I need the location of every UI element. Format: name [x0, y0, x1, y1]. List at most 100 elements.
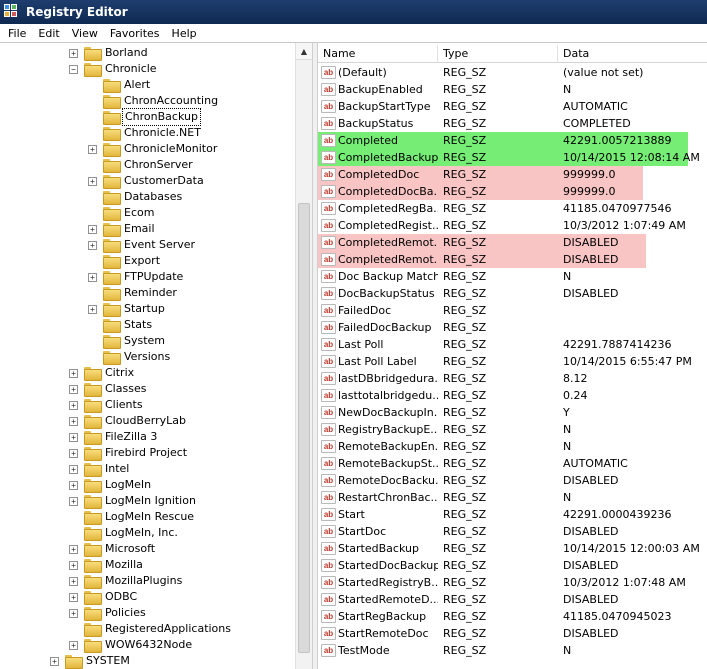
tree-node[interactable]: Alert	[88, 77, 152, 93]
tree-node-label[interactable]: RegisteredApplications	[103, 621, 233, 637]
tree-node[interactable]: + Firebird Project	[69, 445, 189, 461]
value-row[interactable]: ab StartedDocBackup REG_SZ DISABLED	[318, 557, 707, 574]
value-name-cell[interactable]: ab DocBackupStatus	[318, 285, 438, 302]
scroll-up-arrow-icon[interactable]: ▲	[296, 43, 312, 60]
tree-node-label[interactable]: Reminder	[122, 285, 179, 301]
value-name-cell[interactable]: ab RemoteBackupSt...	[318, 455, 438, 472]
tree-node-label[interactable]: Chronicle	[103, 61, 159, 77]
expand-icon[interactable]: +	[69, 400, 78, 410]
tree-node[interactable]: + LogMeIn	[69, 477, 153, 493]
value-name-cell[interactable]: ab CompletedRemot...	[318, 234, 438, 251]
tree-node[interactable]: Export	[88, 253, 162, 269]
tree-node[interactable]: Databases	[88, 189, 184, 205]
expand-icon[interactable]: +	[69, 464, 78, 474]
value-row[interactable]: ab RemoteBackupSt... REG_SZ AUTOMATIC	[318, 455, 707, 472]
value-name-cell[interactable]: ab FailedDocBackup	[318, 319, 438, 336]
value-name-cell[interactable]: ab CompletedDoc	[318, 166, 438, 183]
tree-node[interactable]: + Citrix	[69, 365, 136, 381]
value-row[interactable]: ab BackupStatus REG_SZ COMPLETED	[318, 115, 707, 132]
value-row[interactable]: ab Completed REG_SZ 42291.0057213889	[318, 132, 707, 149]
value-row[interactable]: ab FailedDoc REG_SZ	[318, 302, 707, 319]
tree-node[interactable]: LogMeIn, Inc.	[69, 525, 180, 541]
value-row[interactable]: ab DocBackupStatus REG_SZ DISABLED	[318, 285, 707, 302]
value-name-cell[interactable]: ab lasttotalbridgedu...	[318, 387, 438, 404]
tree-node[interactable]: ChronAccounting	[88, 93, 220, 109]
tree-node-label[interactable]: WOW6432Node	[103, 637, 194, 653]
tree-node-label[interactable]: ChronServer	[122, 157, 195, 173]
value-row[interactable]: ab StartedBackup REG_SZ 10/14/2015 12:00:03…	[318, 540, 707, 557]
expand-icon[interactable]: +	[88, 144, 97, 154]
tree-node[interactable]: + Mozilla	[69, 557, 145, 573]
value-row[interactable]: ab CompletedRegBa... REG_SZ 41185.047097754…	[318, 200, 707, 217]
value-row[interactable]: ab RemoteDocBacku... REG_SZ DISABLED	[318, 472, 707, 489]
value-name-cell[interactable]: ab RemoteDocBacku...	[318, 472, 438, 489]
tree-node-label[interactable]: CustomerData	[122, 173, 206, 189]
collapse-icon[interactable]: −	[69, 64, 78, 74]
tree-node-label[interactable]: Citrix	[103, 365, 136, 381]
tree-node[interactable]: + FileZilla 3	[69, 429, 159, 445]
expand-icon[interactable]: +	[88, 224, 97, 234]
tree-node-label[interactable]: Databases	[122, 189, 184, 205]
tree-node[interactable]: Ecom	[88, 205, 156, 221]
tree-node-label[interactable]: Borland	[103, 45, 150, 61]
expand-icon[interactable]: +	[69, 368, 78, 378]
value-name-cell[interactable]: ab StartedDocBackup	[318, 557, 438, 574]
tree-node[interactable]: + Borland	[69, 45, 150, 61]
value-row[interactable]: ab TestMode REG_SZ N	[318, 642, 707, 659]
expand-icon[interactable]: +	[88, 240, 97, 250]
expand-icon[interactable]: +	[69, 432, 78, 442]
tree-node[interactable]: Reminder	[88, 285, 179, 301]
tree-node[interactable]: + Event Server	[88, 237, 197, 253]
expand-icon[interactable]: +	[69, 608, 78, 618]
value-name-cell[interactable]: ab Completed	[318, 132, 438, 149]
value-row[interactable]: ab CompletedDocBa... REG_SZ 999999.0	[318, 183, 707, 200]
tree-node-label[interactable]: CloudBerryLab	[103, 413, 188, 429]
tree-scrollbar[interactable]: ▲	[295, 43, 312, 669]
tree-node[interactable]: − Chronicle	[69, 61, 159, 77]
value-name-cell[interactable]: ab Last Poll	[318, 336, 438, 353]
tree-node[interactable]: + ChronicleMonitor	[88, 141, 219, 157]
value-row[interactable]: ab RemoteBackupEn... REG_SZ N	[318, 438, 707, 455]
expand-icon[interactable]: +	[69, 448, 78, 458]
value-name-cell[interactable]: ab Start	[318, 506, 438, 523]
value-name-cell[interactable]: ab StartRemoteDoc	[318, 625, 438, 642]
values-list[interactable]: Name Type Data ab (Default) REG_SZ (value n…	[318, 43, 707, 669]
menu-view[interactable]: View	[66, 27, 104, 40]
tree-node-label[interactable]: ChronBackup	[122, 108, 201, 126]
tree-node[interactable]: RegisteredApplications	[69, 621, 233, 637]
value-name-cell[interactable]: ab NewDocBackupIn...	[318, 404, 438, 421]
value-name-cell[interactable]: ab lastDBbridgedura...	[318, 370, 438, 387]
value-name-cell[interactable]: ab StartedRegistryB...	[318, 574, 438, 591]
tree-node-label[interactable]: Export	[122, 253, 162, 269]
value-row[interactable]: ab BackupStartType REG_SZ AUTOMATIC	[318, 98, 707, 115]
tree-node-label[interactable]: Chronicle.NET	[122, 125, 203, 141]
scroll-thumb[interactable]	[298, 203, 310, 653]
tree-node-label[interactable]: LogMeIn Ignition	[103, 493, 198, 509]
tree-node-label[interactable]: MozillaPlugins	[103, 573, 184, 589]
tree-node[interactable]: + Classes	[69, 381, 148, 397]
value-name-cell[interactable]: ab CompletedDocBa...	[318, 183, 438, 200]
tree-node[interactable]: + Intel	[69, 461, 131, 477]
value-name-cell[interactable]: ab BackupEnabled	[318, 81, 438, 98]
tree-node-label[interactable]: Email	[122, 221, 157, 237]
tree-node[interactable]: Stats	[88, 317, 154, 333]
value-row[interactable]: ab CompletedBackup REG_SZ 10/14/2015 12:08:…	[318, 149, 707, 166]
expand-icon[interactable]: +	[69, 496, 78, 506]
tree-node-label[interactable]: ODBC	[103, 589, 139, 605]
expand-icon[interactable]: +	[69, 544, 78, 554]
tree-node[interactable]: + CloudBerryLab	[69, 413, 188, 429]
expand-icon[interactable]: +	[69, 640, 78, 650]
column-header-data[interactable]: Data	[558, 45, 707, 63]
value-row[interactable]: ab NewDocBackupIn... REG_SZ Y	[318, 404, 707, 421]
tree-node-label[interactable]: Microsoft	[103, 541, 157, 557]
tree-node-label[interactable]: Versions	[122, 349, 172, 365]
expand-icon[interactable]: +	[69, 480, 78, 490]
menu-edit[interactable]: Edit	[32, 27, 65, 40]
tree-node[interactable]: + Email	[88, 221, 157, 237]
value-row[interactable]: ab BackupEnabled REG_SZ N	[318, 81, 707, 98]
expand-icon[interactable]: +	[88, 176, 97, 186]
expand-icon[interactable]: +	[69, 576, 78, 586]
value-row[interactable]: ab CompletedDoc REG_SZ 999999.0	[318, 166, 707, 183]
tree-node-label[interactable]: Stats	[122, 317, 154, 333]
value-row[interactable]: ab StartRegBackup REG_SZ 41185.0470945023	[318, 608, 707, 625]
